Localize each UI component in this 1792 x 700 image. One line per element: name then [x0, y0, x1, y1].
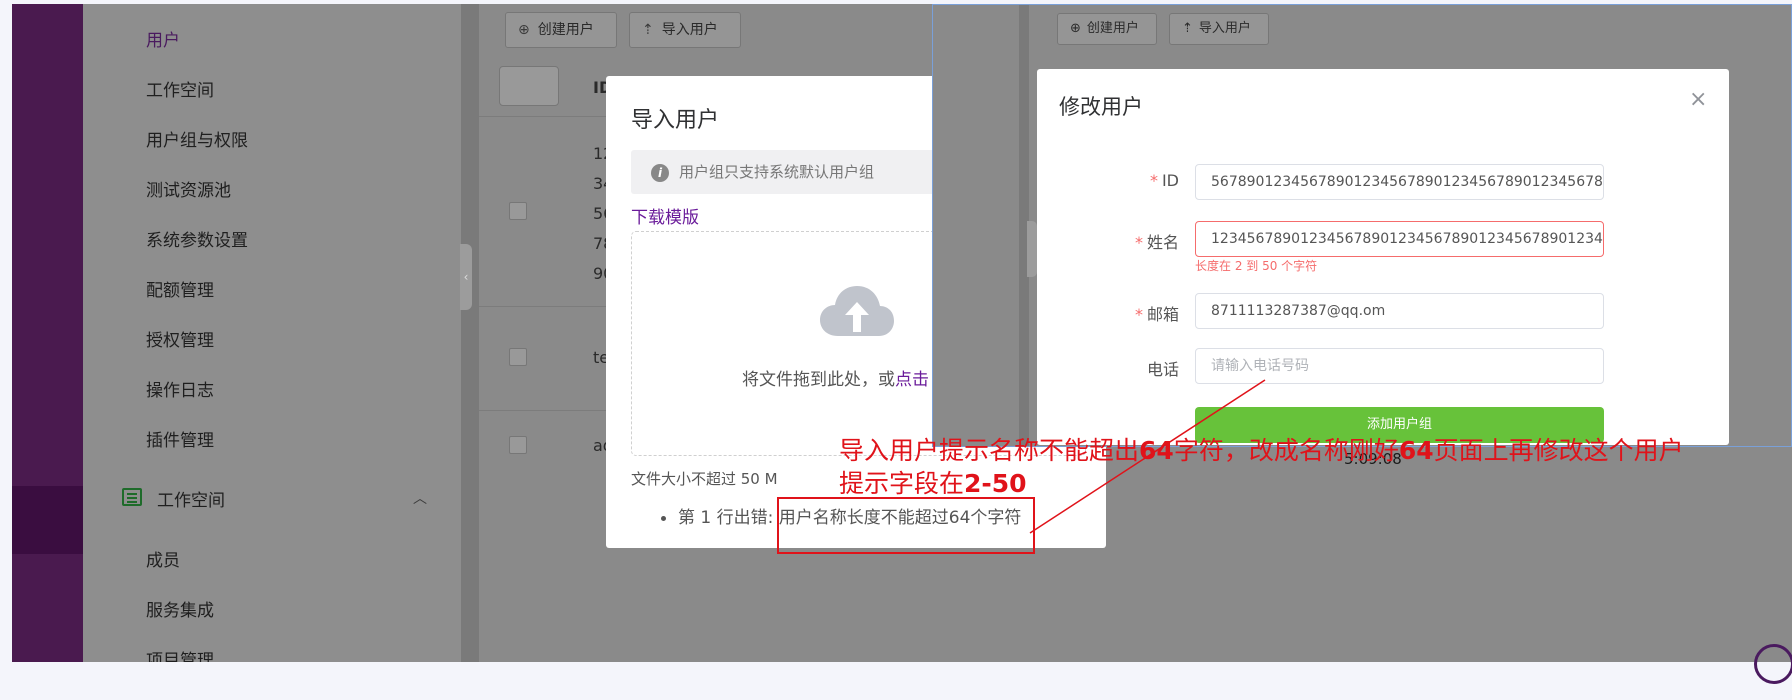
plus-circle-icon: ⊕: [1070, 21, 1081, 36]
create-user-label: 创建用户: [1086, 21, 1139, 36]
menu-item-service-integration[interactable]: 服务集成: [146, 596, 214, 621]
sidebar-menu: 用户 工作空间 用户组与权限 测试资源池 系统参数设置 配额管理 授权管理 操作…: [83, 4, 461, 662]
import-dialog-title: 导入用户: [631, 108, 720, 133]
annotation-highlight-box: [777, 497, 1035, 554]
email-field[interactable]: 8711113287387@qq.om: [1195, 293, 1604, 329]
edit-dialog-title: 修改用户: [1059, 95, 1143, 119]
note-text: 页面上再修改这个用户: [1433, 436, 1684, 465]
workspace-list-icon: [122, 488, 142, 506]
menu-item-test-pool[interactable]: 测试资源池: [146, 176, 231, 201]
menu-item-users[interactable]: 用户: [146, 26, 180, 51]
annotation-line-1: 导入用户提示名称不能超出64字符，改成名称刚好64页面上再修改这个用户: [839, 434, 1684, 467]
plus-circle-icon: ⊕: [518, 22, 530, 38]
collapse-handle[interactable]: ‹: [460, 244, 472, 310]
menu-item-members[interactable]: 成员: [146, 546, 180, 571]
note-text: 提示字段在: [839, 469, 965, 498]
drop-instruction: 将文件拖到此处，或: [742, 370, 895, 390]
import-user-button[interactable]: ⇡ 导入用户: [629, 12, 741, 48]
drop-text: 将文件拖到此处，或点击: [742, 365, 929, 390]
menu-item-workspace[interactable]: 工作空间: [146, 76, 214, 101]
bullet: [661, 515, 666, 521]
required-mark: *: [1134, 233, 1143, 252]
phone-label: 电话: [1099, 356, 1179, 380]
create-user-button[interactable]: ⊕ 创建用户: [1057, 13, 1157, 45]
note-text: 字符，改成名称刚好: [1173, 436, 1399, 465]
click-upload-link[interactable]: 点击: [895, 370, 929, 390]
play-icon[interactable]: [1754, 644, 1792, 684]
note-text: 导入用户提示名称不能超出: [839, 436, 1140, 465]
required-mark: *: [1134, 305, 1143, 324]
menu-item-quota[interactable]: 配额管理: [146, 276, 214, 301]
left-rail: [12, 4, 83, 662]
name-field[interactable]: 1234567890123456789012345678901234567890…: [1195, 221, 1604, 257]
file-size-limit: 文件大小不超过 50 M: [631, 470, 778, 488]
email-label: * 邮箱: [1099, 301, 1179, 325]
email-label-text: 邮箱: [1146, 305, 1179, 324]
name-error-text: 长度在 2 到 50 个字符: [1195, 259, 1318, 273]
upload-icon: ⇡: [642, 22, 654, 38]
menu-item-system-params[interactable]: 系统参数设置: [146, 226, 248, 251]
upload-icon: ⇡: [1182, 21, 1193, 36]
phone-field[interactable]: 请输入电话号码: [1195, 348, 1604, 384]
select-all-dropdown[interactable]: [499, 66, 559, 106]
menu-section-workspace[interactable]: 工作空间: [157, 486, 225, 511]
note-number: 64: [1139, 436, 1174, 465]
row-checkbox[interactable]: [509, 348, 527, 366]
note-number: 2-50: [964, 469, 1027, 498]
error-prefix: 第 1 行出错:: [678, 508, 774, 528]
required-mark: *: [1149, 171, 1158, 190]
panel-divider: [461, 4, 479, 662]
info-icon: i: [651, 164, 669, 182]
menu-item-license[interactable]: 授权管理: [146, 326, 214, 351]
cloud-upload-icon: [820, 286, 894, 336]
id-label: * ID: [1099, 171, 1179, 190]
name-label-text: 姓名: [1146, 233, 1179, 252]
chevron-up-icon[interactable]: ︿: [413, 488, 427, 508]
menu-item-project-management[interactable]: 项目管理: [146, 646, 214, 662]
rail-highlight: [12, 486, 83, 554]
note-number: 64: [1398, 436, 1434, 465]
edit-user-dialog: 修改用户 × * ID 56789012345678901234567890123…: [1037, 69, 1729, 445]
menu-item-plugins[interactable]: 插件管理: [146, 426, 214, 451]
name-label: * 姓名: [1099, 229, 1179, 253]
row-checkbox[interactable]: [509, 202, 527, 220]
import-user-label: 导入用户: [1198, 21, 1251, 36]
id-field[interactable]: 5678901234567890123456789012345678901234…: [1195, 164, 1604, 200]
annotation-line-2: 提示字段在2-50: [839, 467, 1684, 500]
menu-item-user-groups[interactable]: 用户组与权限: [146, 126, 248, 151]
create-user-label: 创建用户: [537, 22, 594, 38]
menu-item-operation-log[interactable]: 操作日志: [146, 376, 214, 401]
collapse-handle[interactable]: [1027, 221, 1037, 277]
info-text: 用户组只支持系统默认用户组: [679, 163, 875, 181]
import-user-button[interactable]: ⇡ 导入用户: [1169, 13, 1269, 45]
annotation-note: 导入用户提示名称不能超出64字符，改成名称刚好64页面上再修改这个用户 提示字段…: [839, 434, 1684, 500]
id-label-text: ID: [1161, 171, 1179, 190]
create-user-button[interactable]: ⊕ 创建用户: [505, 12, 617, 48]
import-user-label: 导入用户: [661, 22, 718, 38]
row-checkbox[interactable]: [509, 436, 527, 454]
phone-label-text: 电话: [1146, 360, 1179, 379]
close-icon[interactable]: ×: [1689, 87, 1707, 112]
download-template-link[interactable]: 下载模版: [631, 203, 699, 228]
